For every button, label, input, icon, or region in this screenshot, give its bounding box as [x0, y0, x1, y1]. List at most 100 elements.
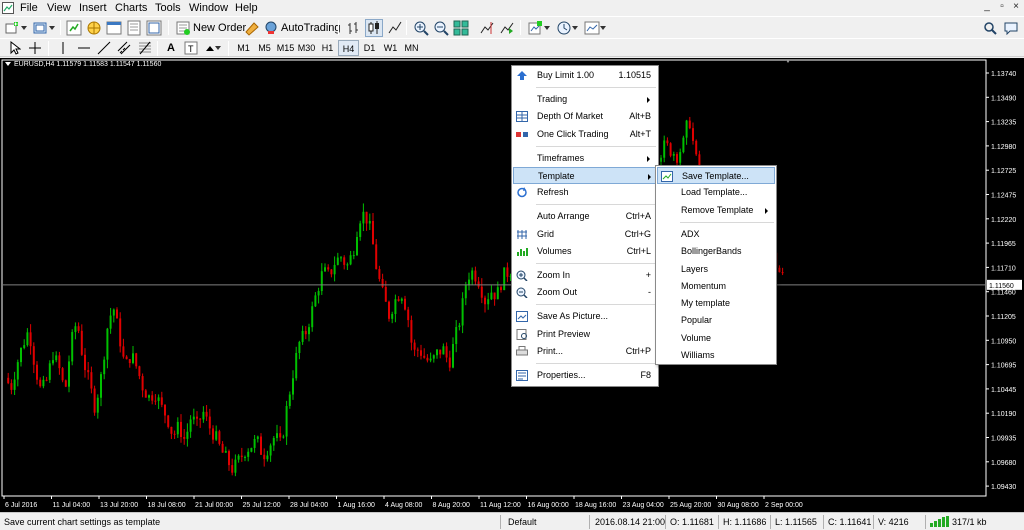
menu-item-label: Save Template... — [682, 171, 749, 181]
menu-item-label: Timeframes — [537, 152, 585, 163]
horizontal-line-icon[interactable] — [75, 39, 93, 57]
chevron-down-icon[interactable] — [571, 19, 579, 37]
template-menu-item-bollingerbands[interactable]: BollingerBands — [657, 243, 775, 260]
template-menu-item-load-template[interactable]: Load Template... — [657, 184, 775, 201]
context-menu-item-zoom-out[interactable]: Zoom Out - — [513, 284, 657, 301]
menu-item-label: Williams — [681, 350, 715, 360]
meta-editor-icon[interactable] — [243, 19, 261, 37]
candle-body — [391, 313, 394, 319]
template-menu-item-layers[interactable]: Layers — [657, 261, 775, 278]
candle-body — [224, 451, 227, 453]
context-menu-item-timeframes[interactable]: Timeframes — [513, 150, 657, 167]
chevron-down-icon[interactable] — [48, 19, 56, 37]
template-menu-item-volume[interactable]: Volume — [657, 330, 775, 347]
context-menu-item-volumes[interactable]: Volumes Ctrl+L — [513, 243, 657, 260]
chart-shift-icon[interactable] — [478, 19, 496, 37]
template-menu-item-my-template[interactable]: My template — [657, 295, 775, 312]
timeframe-m5[interactable]: M5 — [254, 40, 275, 56]
context-menu-item-properties[interactable]: Properties... F8 — [513, 367, 657, 384]
auto-scroll-icon[interactable] — [498, 19, 516, 37]
candle-body — [781, 272, 784, 274]
template-menu-item-remove-template[interactable]: Remove Template — [657, 202, 775, 219]
chevron-down-icon[interactable] — [20, 19, 28, 37]
candle-body — [461, 298, 464, 326]
trendline-icon[interactable] — [95, 39, 113, 57]
timeframe-m15[interactable]: M15 — [275, 40, 296, 56]
data-window-icon[interactable] — [125, 19, 143, 37]
context-menu-item-save-as-picture[interactable]: Save As Picture... — [513, 308, 657, 325]
context-menu-item-template[interactable]: Template — [513, 167, 657, 184]
x-tick-label: 21 Jul 00:00 — [195, 502, 233, 509]
strategy-tester-icon[interactable] — [145, 19, 163, 37]
fibonacci-icon[interactable] — [136, 39, 154, 57]
vertical-line-icon[interactable] — [54, 39, 72, 57]
context-menu-item-grid[interactable]: Grid Ctrl+G — [513, 226, 657, 243]
menu-charts[interactable]: Charts — [115, 1, 147, 15]
close-icon[interactable]: × — [1009, 1, 1023, 14]
minimize-icon[interactable]: _ — [980, 1, 994, 14]
y-tick-label: 1.12220 — [991, 217, 1016, 224]
search-icon[interactable] — [981, 19, 999, 37]
status-open: O: 1.11681 — [670, 517, 714, 527]
timeframe-h1[interactable]: H1 — [317, 40, 338, 56]
zoom-out-icon[interactable] — [432, 19, 450, 37]
candle-body — [279, 433, 282, 438]
candle-body — [288, 394, 291, 407]
candlestick-chart-icon[interactable] — [365, 19, 383, 37]
context-menu-item-buy-limit-1-00[interactable]: Buy Limit 1.00 1.10515 — [513, 67, 657, 84]
text-label-icon[interactable]: A — [162, 39, 180, 57]
timeframe-d1[interactable]: D1 — [359, 40, 380, 56]
timeframe-w1[interactable]: W1 — [380, 40, 401, 56]
print-preview-icon — [516, 328, 528, 340]
y-tick-label: 1.11965 — [991, 241, 1016, 248]
template-menu-item-popular[interactable]: Popular — [657, 312, 775, 329]
candle-body — [205, 411, 208, 417]
chevron-down-icon[interactable] — [214, 39, 222, 57]
context-menu-item-trading[interactable]: Trading — [513, 91, 657, 108]
chevron-down-icon[interactable] — [543, 19, 551, 37]
template-menu-item-momentum[interactable]: Momentum — [657, 278, 775, 295]
context-menu-item-print[interactable]: Print... Ctrl+P — [513, 343, 657, 360]
menu-tools[interactable]: Tools — [155, 1, 181, 15]
autotrading-button[interactable]: AutoTrading — [264, 19, 341, 37]
template-menu-item-williams[interactable]: Williams — [657, 347, 775, 364]
context-menu-item-print-preview[interactable]: Print Preview — [513, 326, 657, 343]
cursor-icon[interactable] — [6, 39, 24, 57]
line-chart-icon[interactable] — [386, 19, 404, 37]
menu-separator — [536, 263, 656, 264]
restore-icon[interactable]: ▫ — [995, 1, 1009, 14]
template-menu-item-adx[interactable]: ADX — [657, 226, 775, 243]
bar-chart-icon[interactable] — [345, 19, 363, 37]
menu-insert[interactable]: Insert — [79, 1, 107, 15]
equidistant-channel-icon[interactable] — [115, 39, 133, 57]
context-menu-item-depth-of-market[interactable]: Depth Of Market Alt+B — [513, 108, 657, 125]
zoom-in-icon[interactable] — [412, 19, 430, 37]
timeframe-mn[interactable]: MN — [401, 40, 422, 56]
navigator-icon[interactable] — [85, 19, 103, 37]
context-menu-item-zoom-in[interactable]: Zoom In + — [513, 267, 657, 284]
crosshair-icon[interactable] — [26, 39, 44, 57]
market-watch-icon[interactable] — [65, 19, 83, 37]
context-menu-item-one-click-trading[interactable]: One Click Trading Alt+T — [513, 126, 657, 143]
candle-body — [490, 292, 493, 300]
x-tick-label: 11 Jul 04:00 — [53, 502, 91, 509]
menu-help[interactable]: Help — [235, 1, 258, 15]
chevron-down-icon[interactable] — [599, 19, 607, 37]
context-menu-item-refresh[interactable]: Refresh — [513, 184, 657, 201]
menu-view[interactable]: View — [47, 1, 71, 15]
timeframe-m30[interactable]: M30 — [296, 40, 317, 56]
template-menu-item-save-template[interactable]: Save Template... — [657, 167, 775, 184]
terminal-icon[interactable] — [105, 19, 123, 37]
menu-item-label: BollingerBands — [681, 246, 742, 257]
text-icon[interactable]: T — [182, 39, 200, 57]
y-tick-label: 1.13740 — [991, 71, 1016, 78]
menu-window[interactable]: Window — [189, 1, 228, 15]
chat-icon[interactable] — [1002, 19, 1020, 37]
menu-file[interactable]: File — [20, 1, 38, 15]
tile-windows-icon[interactable] — [452, 19, 470, 37]
context-menu-item-auto-arrange[interactable]: Auto Arrange Ctrl+A — [513, 208, 657, 225]
status-low: L: 1.11565 — [775, 517, 817, 527]
new-order-button[interactable]: New Order — [176, 19, 246, 37]
timeframe-h4[interactable]: H4 — [338, 40, 359, 56]
timeframe-m1[interactable]: M1 — [233, 40, 254, 56]
